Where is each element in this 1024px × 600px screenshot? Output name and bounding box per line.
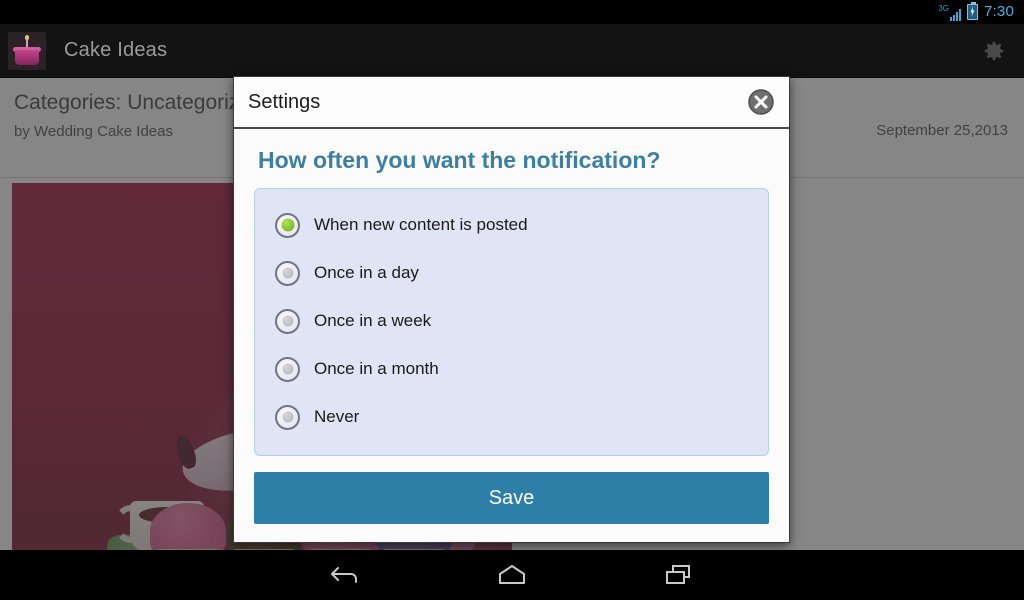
radio-option-label: Once in a month xyxy=(314,359,439,378)
radio-button-icon[interactable] xyxy=(275,260,300,286)
cake-icon[interactable] xyxy=(8,31,46,70)
radio-option-label: Once in a week xyxy=(314,311,432,330)
navigation-bar xyxy=(0,550,1024,600)
status-bar-clock: 7:30 xyxy=(984,3,1014,20)
status-bar: 3G 7:30 xyxy=(0,0,1024,24)
radio-option-when-new-content-is-posted[interactable]: When new content is posted xyxy=(255,201,768,249)
save-button[interactable]: Save xyxy=(254,472,769,524)
radio-button-icon[interactable] xyxy=(275,356,300,382)
radio-button-icon[interactable] xyxy=(275,404,300,430)
signal-bars-icon: 3G xyxy=(938,4,961,21)
android-screen: 3G 7:30 Cake Ideas Categories: Unc xyxy=(0,0,1024,600)
dialog-titlebar: Settings xyxy=(234,77,789,129)
dialog-heading: How often you want the notification? xyxy=(258,147,661,173)
status-bar-right: 3G 7:30 xyxy=(938,2,1014,21)
radio-option-label: Once in a day xyxy=(314,263,419,282)
radio-button-icon[interactable] xyxy=(275,308,300,334)
battery-charging-icon xyxy=(967,2,978,20)
radio-option-label: Never xyxy=(314,407,360,426)
dialog-title: Settings xyxy=(248,90,321,113)
recent-apps-icon[interactable] xyxy=(654,555,702,595)
notification-frequency-radio-group: When new content is posted Once in a day… xyxy=(254,188,769,456)
cake-base-glyph xyxy=(15,49,39,65)
radio-option-label: When new content is posted xyxy=(314,215,528,234)
signal-bars-glyph xyxy=(950,8,961,21)
radio-option-once-in-a-month[interactable]: Once in a month xyxy=(255,345,768,393)
gear-icon[interactable] xyxy=(974,33,1010,69)
charging-bolt-glyph xyxy=(970,6,975,17)
radio-option-once-in-a-day[interactable]: Once in a day xyxy=(255,249,768,297)
action-bar: Cake Ideas xyxy=(0,24,1024,78)
radio-button-icon[interactable] xyxy=(275,212,300,238)
radio-option-never[interactable]: Never xyxy=(255,393,768,441)
back-arrow-icon[interactable] xyxy=(322,555,370,595)
dialog-body: How often you want the notification? Whe… xyxy=(234,129,789,542)
close-circle-icon[interactable] xyxy=(747,88,775,116)
app-title: Cake Ideas xyxy=(64,39,168,61)
settings-dialog: Settings How often you want the notifica… xyxy=(233,76,790,543)
network-type-label: 3G xyxy=(938,3,949,13)
home-icon[interactable] xyxy=(488,555,536,595)
radio-option-once-in-a-week[interactable]: Once in a week xyxy=(255,297,768,345)
